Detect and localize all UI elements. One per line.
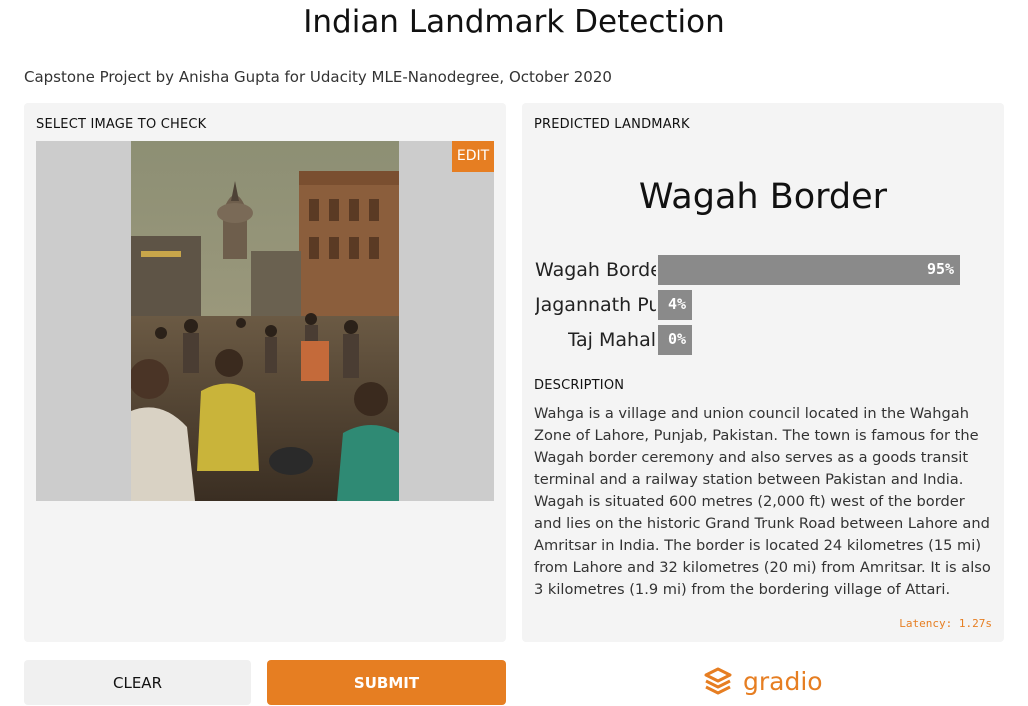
confidence-percent: 4%: [667, 295, 686, 313]
confidence-bar: 0%: [658, 325, 692, 355]
page-subtitle: Capstone Project by Anisha Gupta for Uda…: [24, 68, 612, 86]
image-input[interactable]: EDIT: [36, 141, 494, 501]
gradio-brand[interactable]: gradio: [703, 664, 823, 698]
confidence-percent: 95%: [927, 260, 955, 278]
confidence-row: Taj Mahal 0%: [522, 325, 1004, 355]
clear-button[interactable]: CLEAR: [24, 660, 251, 705]
page-title: Indian Landmark Detection: [303, 4, 725, 40]
confidence-bar: 4%: [658, 290, 692, 320]
input-panel: SELECT IMAGE TO CHECK EDIT: [24, 103, 506, 642]
street-scene-photo: [131, 141, 399, 501]
output-panel-label: PREDICTED LANDMARK: [534, 117, 690, 132]
confidence-row: Jagannath Puri 4%: [522, 290, 1004, 320]
input-panel-label: SELECT IMAGE TO CHECK: [36, 117, 207, 132]
confidence-label: Wagah Border: [535, 259, 656, 281]
gradio-wordmark: gradio: [743, 666, 823, 696]
description-label: DESCRIPTION: [534, 378, 625, 393]
output-panel: PREDICTED LANDMARK Wagah Border Wagah Bo…: [522, 103, 1004, 642]
gradio-logo-icon: [704, 667, 732, 695]
latency-indicator: Latency: 1.27s: [899, 617, 992, 630]
confidence-percent: 0%: [667, 330, 686, 348]
confidence-label: Jagannath Puri: [535, 294, 656, 316]
confidence-bar: 95%: [658, 255, 961, 285]
submit-button[interactable]: SUBMIT: [267, 660, 506, 705]
confidence-label: Taj Mahal: [567, 329, 656, 351]
description-text: Wahga is a village and union council loc…: [534, 405, 991, 598]
edit-button[interactable]: EDIT: [452, 141, 494, 172]
confidence-row: Wagah Border 95%: [522, 255, 1004, 285]
predicted-landmark: Wagah Border: [638, 177, 888, 217]
